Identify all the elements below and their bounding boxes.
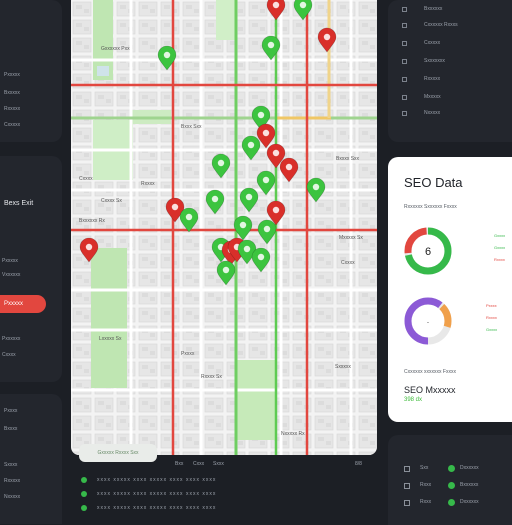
- legend-item: Gxxxx: [486, 327, 498, 332]
- card-footer-value: 398 dx: [404, 397, 423, 403]
- map-view[interactable]: Gxxxxxx Pxx Bxxx Sxx Cxxxx Rxxxx Bxxxx S…: [71, 0, 377, 455]
- status-dot: [81, 505, 87, 511]
- donut-center-value: 6: [425, 246, 431, 258]
- filter-label: Rxxx: [420, 499, 432, 505]
- footer-row[interactable]: xxxx xxxxx xxxx xxxxx xxxx xxxx xxxx: [81, 491, 371, 499]
- park-area: [91, 248, 127, 388]
- map-label: Sxxxxx: [335, 364, 351, 370]
- footer-label: Cxxx: [193, 461, 205, 467]
- footer-row-text: xxxx xxxxx xxxx xxxxx xxxx xxxx xxxx: [97, 477, 217, 483]
- donut-center-value: .: [427, 316, 429, 325]
- map-label: Cxxxx Sx: [101, 198, 122, 204]
- left-nav-panel: Pxxxxx Bxxxxx Rxxxxx Cxxxxx: [0, 0, 62, 142]
- list-item[interactable]: Pxxxxxx: [2, 336, 20, 342]
- checkbox[interactable]: [404, 466, 410, 472]
- footer-label: Sxxx: [213, 461, 224, 467]
- map-label: Pxxxx: [181, 351, 195, 357]
- list-panel-title: Bexs Exit: [4, 200, 34, 207]
- left-bottom-item[interactable]: Rxxxxx: [4, 478, 20, 484]
- map-label: Gxxxxxx Pxx: [101, 46, 130, 52]
- left-nav-item[interactable]: Cxxxxx: [4, 122, 20, 128]
- left-nav-item[interactable]: Pxxxxx: [4, 72, 20, 78]
- park-area: [216, 0, 236, 40]
- page-indicator: 8/8: [355, 461, 362, 467]
- map-label: Cxxxx: [341, 260, 355, 266]
- card-note: Cxxxxxx xxxxxxx Fxxxx: [404, 369, 456, 375]
- card-title: SEO Data: [404, 175, 463, 190]
- bullet-icon: [402, 23, 407, 28]
- footer-row[interactable]: xxxx xxxxx xxxx xxxxx xxxx xxxx xxxx: [81, 477, 371, 485]
- filter-label: Rxxx: [420, 482, 432, 488]
- filter-value: Bxxxxxx: [460, 482, 479, 488]
- status-dot: [81, 491, 87, 497]
- map-label: Bxxx Sxx: [181, 124, 202, 130]
- status-dot: [448, 482, 455, 489]
- footer-label: Bxx: [175, 461, 184, 467]
- bullet-icon: [402, 95, 407, 100]
- legend-item: Gxxxx: [494, 233, 506, 238]
- bullet-icon: [402, 7, 407, 12]
- card-footer-title: SEO Mxxxxx: [404, 385, 456, 395]
- filter-row[interactable]: Rxxx Bxxxxxx: [404, 482, 512, 492]
- legend-item: Rxxxx: [494, 257, 505, 262]
- bullet-icon: [402, 77, 407, 82]
- status-dot: [448, 465, 455, 472]
- active-list-item[interactable]: Pxxxxx: [0, 295, 46, 313]
- legend-item: Gxxxx: [494, 245, 506, 250]
- park-area: [236, 360, 276, 440]
- left-bottom-panel: Pxxxx Bxxxx Sxxxx Rxxxxx Nxxxxx: [0, 394, 62, 524]
- left-bottom-item[interactable]: Bxxxx: [4, 426, 17, 432]
- donut-chart-green[interactable]: 6: [402, 225, 454, 277]
- map-label: Bxxxxxx Rx: [79, 218, 105, 224]
- map-label: Bxxxx Sxx: [336, 156, 360, 162]
- left-bottom-item[interactable]: Sxxxx: [4, 462, 17, 468]
- status-dot: [81, 477, 87, 483]
- footer-row-text: xxxx xxxxx xxxx xxxxx xxxx xxxx xxxx: [97, 491, 217, 497]
- list-item[interactable]: Cxxxx: [2, 352, 16, 358]
- bullet-icon: [402, 111, 407, 116]
- checkbox[interactable]: [404, 500, 410, 506]
- filter-label: Sxx: [420, 465, 429, 471]
- filter-value: Dxxxxxx: [460, 465, 479, 471]
- map-canvas[interactable]: Gxxxxxx Pxx Bxxx Sxx Cxxxx Rxxxx Bxxxx S…: [71, 0, 377, 455]
- left-bottom-item[interactable]: Pxxxx: [4, 408, 17, 414]
- list-panel: Bexs Exit Pxxxxx Vxxxxxx Pxxxxx Pxxxxxx …: [0, 156, 62, 382]
- list-item[interactable]: Vxxxxxx: [2, 272, 20, 278]
- map-label: Rxxxx Sx: [201, 374, 222, 380]
- footer-row-text: xxxx xxxxx xxxx xxxxx xxxx xxxx xxxx: [97, 505, 217, 511]
- seo-data-card: SEO Data Rxxxxxx Sxxxxxx Fxxxx 6 Gxxxx G…: [388, 157, 512, 422]
- right-nav-panel: Bxxxxxx Cxxxxxx Rxxxs Cxxxxx Sxxxxxxx Rx…: [388, 0, 512, 142]
- map-label: Cxxxx: [79, 176, 93, 182]
- checkbox[interactable]: [404, 483, 410, 489]
- list-item[interactable]: Pxxxxx: [2, 258, 18, 264]
- bullet-icon: [402, 59, 407, 64]
- map-label: Lxxxxx Sx: [99, 336, 122, 342]
- left-nav-item[interactable]: Rxxxxx: [4, 106, 20, 112]
- bullet-icon: [402, 41, 407, 46]
- filter-row[interactable]: Rxxx Dxxxxxx: [404, 499, 512, 509]
- map-label: Mxxxxx Sx: [339, 235, 363, 241]
- map-label: Rxxxx: [141, 181, 155, 187]
- donut-chart-purple[interactable]: .: [402, 295, 454, 347]
- status-dot: [448, 499, 455, 506]
- water-area: [97, 66, 109, 76]
- left-bottom-item[interactable]: Nxxxxx: [4, 494, 20, 500]
- filter-row[interactable]: Sxx Dxxxxxx: [404, 465, 512, 475]
- legend-item: Pxxxx: [486, 303, 497, 308]
- filter-value: Dxxxxxx: [460, 499, 479, 505]
- left-nav-item[interactable]: Bxxxxx: [4, 90, 20, 96]
- legend-item: Rxxxx: [486, 315, 497, 320]
- map-label: Nxxxxx Rx: [281, 431, 305, 437]
- card-subtitle: Rxxxxxx Sxxxxxx Fxxxx: [404, 204, 457, 210]
- map-footer: Bxx Cxxx Sxxx 8/8 xxxx xxxxx xxxx xxxxx …: [71, 455, 377, 512]
